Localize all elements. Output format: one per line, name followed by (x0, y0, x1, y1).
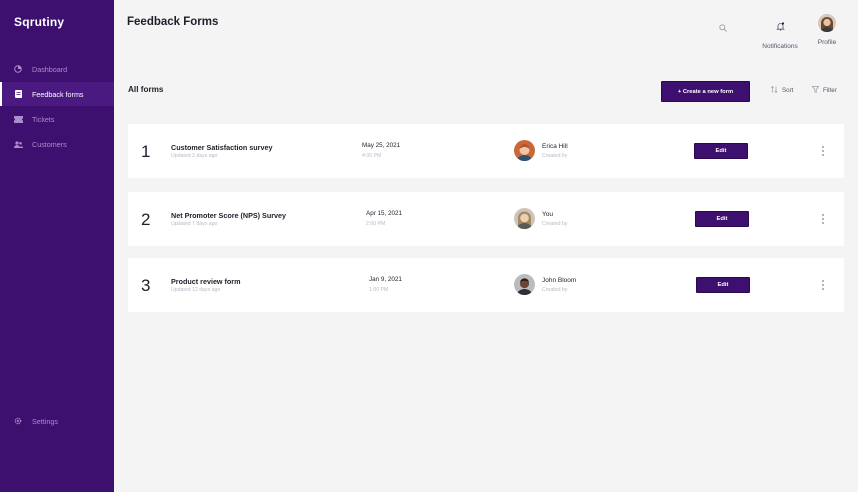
search-icon (719, 19, 727, 37)
create-form-button[interactable]: + Create a new form (661, 81, 750, 102)
sort-icon (771, 86, 782, 95)
form-icon (13, 89, 23, 99)
profile-button[interactable]: Profile (812, 14, 842, 46)
search-button[interactable] (719, 19, 727, 37)
form-name: Product review form (171, 277, 241, 286)
gear-icon (13, 416, 23, 426)
creator-name: John Bloom (542, 277, 577, 284)
filter-icon (811, 86, 823, 95)
creator-name: Erica Hill (542, 143, 568, 150)
form-date: Jan 9, 2021 (369, 276, 402, 283)
form-time: 4:00 PM (362, 153, 382, 159)
filter-label: Filter (823, 87, 837, 94)
profile-label: Profile (817, 39, 837, 46)
form-name: Customer Satisfaction survey (171, 143, 273, 152)
sort-button[interactable]: Sort (771, 86, 793, 95)
form-card[interactable]: 2 Net Promoter Score (NPS) Survey Update… (128, 192, 844, 246)
form-updated: Updated 2 days ago (171, 153, 218, 159)
ticket-icon (13, 114, 23, 124)
form-card[interactable]: 3 Product review form Updated 12 days ag… (128, 258, 844, 312)
form-time: 1:00 PM (369, 287, 389, 293)
created-by-label: Created by (542, 153, 568, 159)
bell-icon (775, 18, 785, 36)
edit-button[interactable]: Edit (695, 211, 749, 227)
avatar (818, 14, 836, 32)
sort-label: Sort (782, 87, 794, 94)
form-number: 1 (141, 142, 151, 161)
form-name: Net Promoter Score (NPS) Survey (171, 211, 287, 220)
form-date: Apr 15, 2021 (366, 210, 403, 217)
edit-button[interactable]: Edit (694, 143, 748, 159)
sidebar-item-settings[interactable]: Settings (0, 409, 114, 433)
more-options-icon[interactable] (820, 280, 826, 290)
notifications-button[interactable]: Notifications (758, 18, 802, 50)
edit-button[interactable]: Edit (696, 277, 750, 293)
form-date: May 25, 2021 (362, 142, 401, 149)
page-title: Feedback Forms (127, 16, 219, 28)
form-number: 2 (141, 210, 151, 229)
form-time: 2:00 PM (366, 221, 386, 227)
notifications-label: Notifications (762, 43, 798, 50)
brand-logo: Sqrutiny (14, 15, 65, 29)
form-card[interactable]: 1 Customer Satisfaction survey Updated 2… (128, 124, 844, 178)
filter-button[interactable]: Filter (811, 86, 837, 95)
form-updated: Updated 7 days ago (171, 221, 218, 227)
sidebar-item-customers[interactable]: Customers (0, 132, 114, 156)
sidebar-item-tickets[interactable]: Tickets (0, 107, 114, 131)
sidebar: Sqrutiny Dashboard Feedback forms Ticket… (0, 0, 114, 492)
dashboard-icon (13, 64, 23, 74)
section-title: All forms (128, 85, 164, 94)
form-updated: Updated 12 days ago (171, 287, 221, 293)
avatar (514, 208, 535, 229)
sidebar-item-dashboard[interactable]: Dashboard (0, 57, 114, 81)
sidebar-item-label: Dashboard (32, 64, 68, 74)
avatar (514, 140, 535, 161)
form-number: 3 (141, 276, 151, 295)
sidebar-item-label: Settings (32, 416, 58, 426)
avatar (514, 274, 535, 295)
sidebar-item-label: Feedback forms (32, 89, 84, 99)
creator-name: You (542, 211, 553, 218)
sidebar-item-feedback-forms[interactable]: Feedback forms (0, 82, 114, 106)
more-options-icon[interactable] (820, 214, 826, 224)
sidebar-item-label: Customers (32, 139, 67, 149)
created-by-label: Created by (542, 287, 568, 293)
sidebar-item-label: Tickets (32, 114, 55, 124)
created-by-label: Created by (542, 221, 568, 227)
customers-icon (13, 139, 23, 149)
more-options-icon[interactable] (820, 146, 826, 156)
